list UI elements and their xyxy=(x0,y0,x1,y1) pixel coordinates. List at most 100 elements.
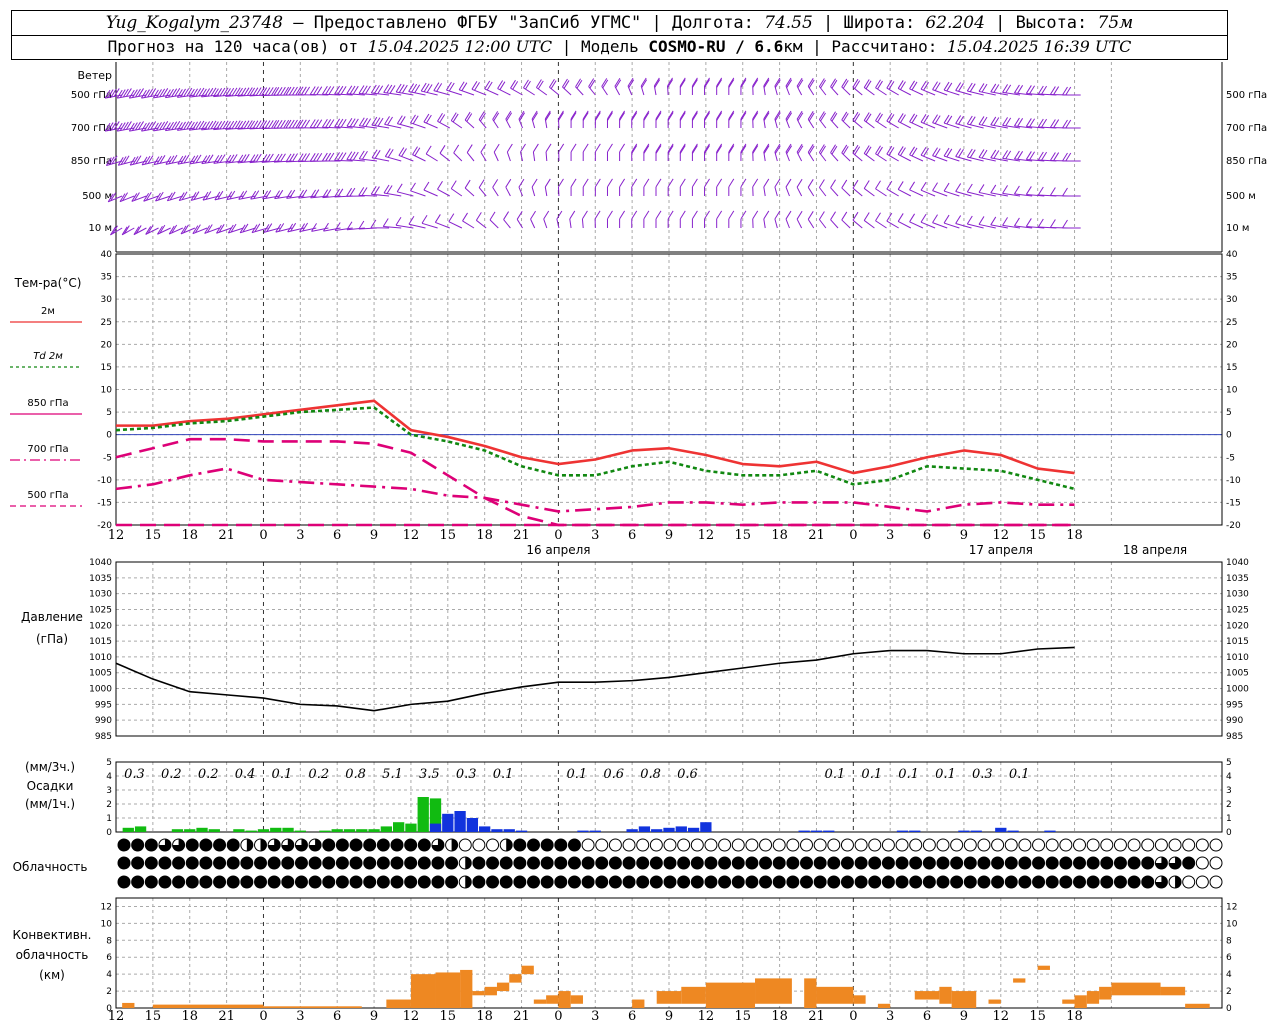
wind-barb-flag xyxy=(423,181,430,191)
wind-barb xyxy=(606,210,613,228)
cloud-cover-symbol xyxy=(950,875,964,889)
cloud-circle xyxy=(786,856,800,870)
cloud-cover-symbol xyxy=(567,856,581,870)
wind-barb-flag xyxy=(865,113,872,123)
time-tick-label: 0 xyxy=(259,528,267,543)
wind-barb xyxy=(168,224,184,235)
precip-bar xyxy=(429,823,442,832)
wind-barb-staff xyxy=(503,219,511,229)
cloud-circle xyxy=(267,856,281,870)
cloud-cover-symbol xyxy=(977,856,991,870)
wind-barb xyxy=(423,113,438,129)
wind-barb xyxy=(830,78,839,96)
y-tick-label-right: 1035 xyxy=(1226,574,1249,584)
cloud-cover-symbol xyxy=(1018,856,1032,870)
wind-barb xyxy=(562,78,572,96)
wind-barb-flag xyxy=(728,77,735,87)
cloud-cover-symbol xyxy=(1154,856,1168,870)
cloud-cover-symbol xyxy=(595,838,609,852)
wind-barb xyxy=(897,213,912,229)
precip-bar xyxy=(380,826,392,832)
wind-barb-flag xyxy=(807,179,814,188)
wind-barb-flag xyxy=(818,211,825,220)
cloud-cover-symbol xyxy=(1018,875,1032,889)
cloud-cover-symbol xyxy=(390,875,404,889)
cloud-circle xyxy=(622,838,636,852)
cloud-cover-symbol xyxy=(226,875,240,889)
time-tick-label: 12 xyxy=(403,528,420,543)
cloud-circle xyxy=(486,856,500,870)
cloud-circle xyxy=(663,856,677,870)
y-tick-label-right: 10 xyxy=(1226,386,1238,396)
wind-barb xyxy=(581,210,588,229)
wind-barb xyxy=(121,225,135,236)
wind-barb-staff xyxy=(763,218,766,229)
cloud-cover-symbol xyxy=(486,838,500,852)
cloud-cover-symbol xyxy=(117,875,131,889)
time-tick-label: 21 xyxy=(513,528,530,543)
cloud-circle xyxy=(608,856,622,870)
wind-barb xyxy=(752,210,759,229)
cloud-cover-symbol xyxy=(936,838,950,852)
cloud-cover-symbol xyxy=(349,838,363,852)
wind-barb xyxy=(841,211,851,229)
cloud-circle xyxy=(390,875,404,889)
cloud-cover-symbol xyxy=(649,856,663,870)
wind-barb-flag xyxy=(1002,217,1008,226)
precip-bar xyxy=(638,826,651,832)
cloud-half xyxy=(506,839,513,851)
legend-label: 500 гПа xyxy=(27,490,68,501)
cloud-circle xyxy=(1113,856,1127,870)
convective-cloud-bar xyxy=(951,991,977,1008)
precip-3h-sum: 0.1 xyxy=(825,767,846,782)
wind-barb-flag xyxy=(582,110,589,120)
cloud-circle xyxy=(800,856,813,870)
wind-barb xyxy=(897,113,912,129)
cloud-circle xyxy=(1182,875,1196,889)
cloud-cover-symbol xyxy=(745,838,759,852)
cloud-half xyxy=(1175,876,1182,888)
cloud-cover-symbol xyxy=(800,856,813,870)
wind-barb-flag xyxy=(543,210,550,220)
bottom-time-tick-label: 0 xyxy=(259,1009,267,1024)
wind-barb xyxy=(464,111,475,129)
cloud-circle xyxy=(499,856,513,870)
wind-barb-flag xyxy=(897,181,904,190)
wind-barb-flag xyxy=(643,210,650,220)
wind-barb-flag xyxy=(763,178,770,188)
cloud-cover-symbol xyxy=(1086,856,1100,870)
precip-bar xyxy=(491,829,503,832)
wind-barb xyxy=(464,179,475,197)
wind-barb-flag xyxy=(830,179,836,188)
cloud-circle xyxy=(813,875,827,889)
cloud-circle xyxy=(349,875,363,889)
cloud-circle xyxy=(158,875,172,889)
cloud-cover-symbol xyxy=(827,875,841,889)
wind-barb xyxy=(704,110,710,128)
wind-barb-staff xyxy=(423,121,438,129)
wind-barb xyxy=(818,111,827,129)
bottom-time-tick-label: 18 xyxy=(771,1009,788,1024)
wind-barb xyxy=(807,78,815,96)
wind-barb-staff xyxy=(544,186,548,197)
wind-barb-flag xyxy=(978,216,985,225)
bottom-time-tick-label: 12 xyxy=(698,1009,715,1024)
cloud-cover-symbol xyxy=(991,838,1005,852)
cloud-cover-symbol xyxy=(254,875,267,889)
wind-barb-flag xyxy=(594,210,601,220)
wind-barb-flag xyxy=(955,215,962,224)
wind-barb-staff xyxy=(863,220,875,229)
wind-barb xyxy=(202,191,220,201)
wind-barb xyxy=(679,77,686,95)
y-tick-label-left: 6 xyxy=(106,953,112,963)
wind-barb-flag xyxy=(966,183,973,193)
y-tick-label-left: 0 xyxy=(106,828,112,838)
y-tick-label-right: 3 xyxy=(1226,786,1232,796)
wind-barb xyxy=(909,181,924,197)
cloud-circle xyxy=(595,856,609,870)
y-tick-label-right: -5 xyxy=(1226,453,1235,463)
y-tick-label-left: 1040 xyxy=(89,558,112,568)
wind-barb-staff xyxy=(412,154,426,162)
wind-barb-flag xyxy=(643,145,650,154)
y-tick-label-left: 2 xyxy=(106,800,112,810)
